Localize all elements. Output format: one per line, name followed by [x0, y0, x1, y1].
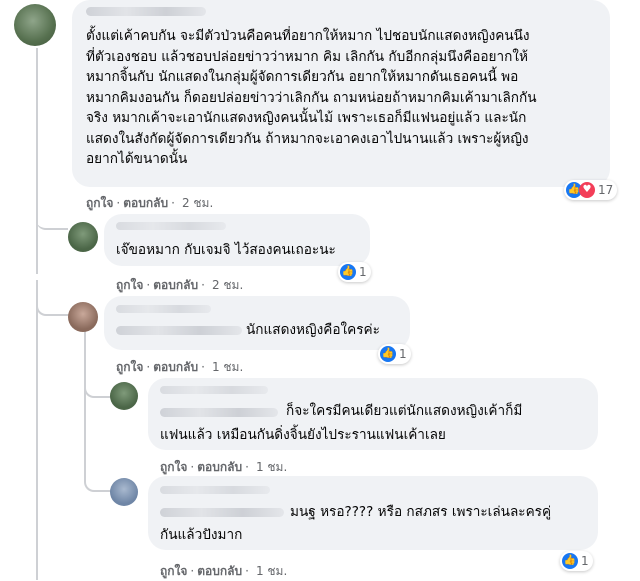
avatar[interactable]	[110, 382, 138, 410]
reply-link[interactable]: ตอบกลับ	[153, 360, 198, 374]
timestamp[interactable]: 1 ชม.	[212, 360, 243, 374]
reply-link[interactable]: ตอบกลับ	[123, 196, 168, 210]
thread-elbow	[36, 190, 68, 230]
like-link[interactable]: ถูกใจ	[86, 196, 113, 210]
reaction-summary[interactable]: 👍 1	[560, 551, 593, 571]
reaction-count: 17	[598, 183, 614, 197]
reaction-summary[interactable]: 👍 1	[338, 262, 371, 282]
avatar[interactable]	[68, 222, 98, 252]
comment-text-line1: ก็จะใครมีคนเดียวแต่นักแสดงหญิงเค้าก็มี	[286, 403, 523, 419]
timestamp[interactable]: 2 ชม.	[182, 196, 213, 210]
commenter-name[interactable]	[86, 7, 206, 16]
reaction-count: 1	[399, 347, 407, 361]
commenter-name[interactable]	[160, 386, 268, 394]
reply-link[interactable]: ตอบกลับ	[197, 460, 242, 474]
commenter-name-line2	[116, 326, 242, 335]
comment-actions: ถูกใจ · ตอบกลับ · 1 ชม.	[160, 460, 288, 474]
like-link[interactable]: ถูกใจ	[160, 460, 187, 474]
reply-link[interactable]: ตอบกลับ	[197, 564, 242, 578]
avatar[interactable]	[110, 478, 138, 506]
thread-elbow	[84, 450, 114, 492]
comment-text-line2: กันแล้วปังมาก	[160, 527, 243, 543]
timestamp[interactable]: 1 ชม.	[256, 564, 287, 578]
comment-actions: ถูกใจ · ตอบกลับ · 1 ชม.	[116, 360, 244, 374]
reaction-summary[interactable]: 👍 ♥ 17	[564, 180, 618, 200]
comment-text: นักแสดงหญิงคือใครค่ะ	[246, 322, 380, 338]
thread-line	[36, 48, 38, 274]
thread-elbow	[36, 280, 70, 316]
reply-link[interactable]: ตอบกลับ	[153, 278, 198, 292]
like-icon: 👍	[340, 264, 356, 280]
like-icon: 👍	[380, 346, 396, 362]
commenter-name-line2	[160, 508, 284, 517]
reaction-count: 1	[581, 554, 589, 568]
like-link[interactable]: ถูกใจ	[116, 278, 143, 292]
comment-text: ตั้งแต่เค้าคบกัน จะมีตัวป่วนคือคนที่อยาก…	[86, 28, 537, 167]
commenter-name-line2	[160, 408, 278, 417]
comment-text-line2: แฟนแล้ว เหมือนกันดิ่งจิ้นยังไประรานแฟนเค…	[160, 427, 446, 443]
timestamp[interactable]: 1 ชม.	[256, 460, 287, 474]
avatar[interactable]	[68, 302, 98, 332]
reaction-summary[interactable]: 👍 1	[378, 344, 411, 364]
like-icon: 👍	[562, 553, 578, 569]
like-link[interactable]: ถูกใจ	[160, 564, 187, 578]
timestamp[interactable]: 2 ชม.	[212, 278, 243, 292]
comment-text: เจ๊ขอหมาก กับเจมจิ ไว้สองคนเถอะนะ	[116, 242, 336, 258]
thread-line	[36, 280, 38, 580]
commenter-name[interactable]	[116, 222, 226, 230]
love-icon: ♥	[579, 182, 595, 198]
commenter-name[interactable]	[116, 305, 211, 313]
like-link[interactable]: ถูกใจ	[116, 360, 143, 374]
reaction-count: 1	[359, 265, 367, 279]
comment-actions: ถูกใจ · ตอบกลับ · 2 ชม.	[116, 278, 244, 292]
comment-text-line1: มนฐ หรอ???? หรือ กสภสร เพราะเล่นละครคู่	[290, 504, 552, 520]
comment-actions: ถูกใจ · ตอบกลับ · 1 ชม.	[160, 564, 288, 578]
avatar[interactable]	[14, 4, 56, 46]
commenter-name[interactable]	[160, 486, 270, 494]
comment-actions: ถูกใจ · ตอบกลับ · 2 ชม.	[86, 196, 214, 210]
